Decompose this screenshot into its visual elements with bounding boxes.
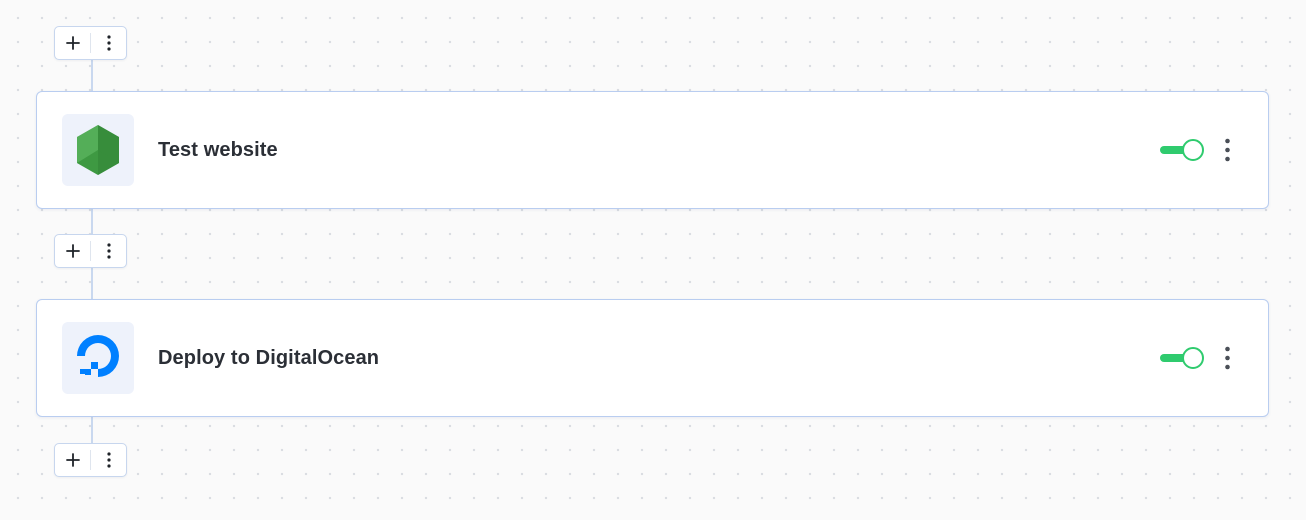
toggle-knob <box>1182 347 1204 369</box>
pipeline-canvas: Test website Deploy to DigitalOcean <box>0 0 1306 520</box>
digitalocean-icon <box>77 335 119 377</box>
plus-icon <box>65 244 80 258</box>
add-step-control <box>54 234 127 268</box>
add-step-button[interactable] <box>55 444 90 476</box>
connector-line <box>91 207 93 234</box>
add-step-button[interactable] <box>55 27 90 59</box>
nodejs-hexagon-icon <box>77 125 119 175</box>
connector-line <box>91 267 93 300</box>
vertical-dots-icon <box>106 35 111 51</box>
add-step-control <box>54 26 127 60</box>
vertical-dots-icon <box>1224 346 1230 370</box>
add-step-control <box>54 443 127 477</box>
step-options-button[interactable] <box>91 27 126 59</box>
step-enabled-toggle[interactable] <box>1160 139 1204 161</box>
step-logo <box>62 114 134 186</box>
toggle-knob <box>1182 139 1204 161</box>
step-enabled-toggle[interactable] <box>1160 347 1204 369</box>
step-menu-button[interactable] <box>1213 344 1241 372</box>
connector-line <box>91 59 93 92</box>
step-title: Deploy to DigitalOcean <box>158 346 380 369</box>
vertical-dots-icon <box>106 452 111 468</box>
step-title: Test website <box>158 138 278 161</box>
vertical-dots-icon <box>1224 138 1230 162</box>
step-logo <box>62 322 134 394</box>
step-options-button[interactable] <box>91 235 126 267</box>
vertical-dots-icon <box>106 243 111 259</box>
plus-icon <box>65 453 80 467</box>
step-card[interactable]: Deploy to DigitalOcean <box>36 299 1269 417</box>
plus-icon <box>65 36 80 50</box>
add-step-button[interactable] <box>55 235 90 267</box>
connector-line <box>91 415 93 444</box>
step-card[interactable]: Test website <box>36 91 1269 209</box>
step-menu-button[interactable] <box>1213 136 1241 164</box>
step-options-button[interactable] <box>91 444 126 476</box>
